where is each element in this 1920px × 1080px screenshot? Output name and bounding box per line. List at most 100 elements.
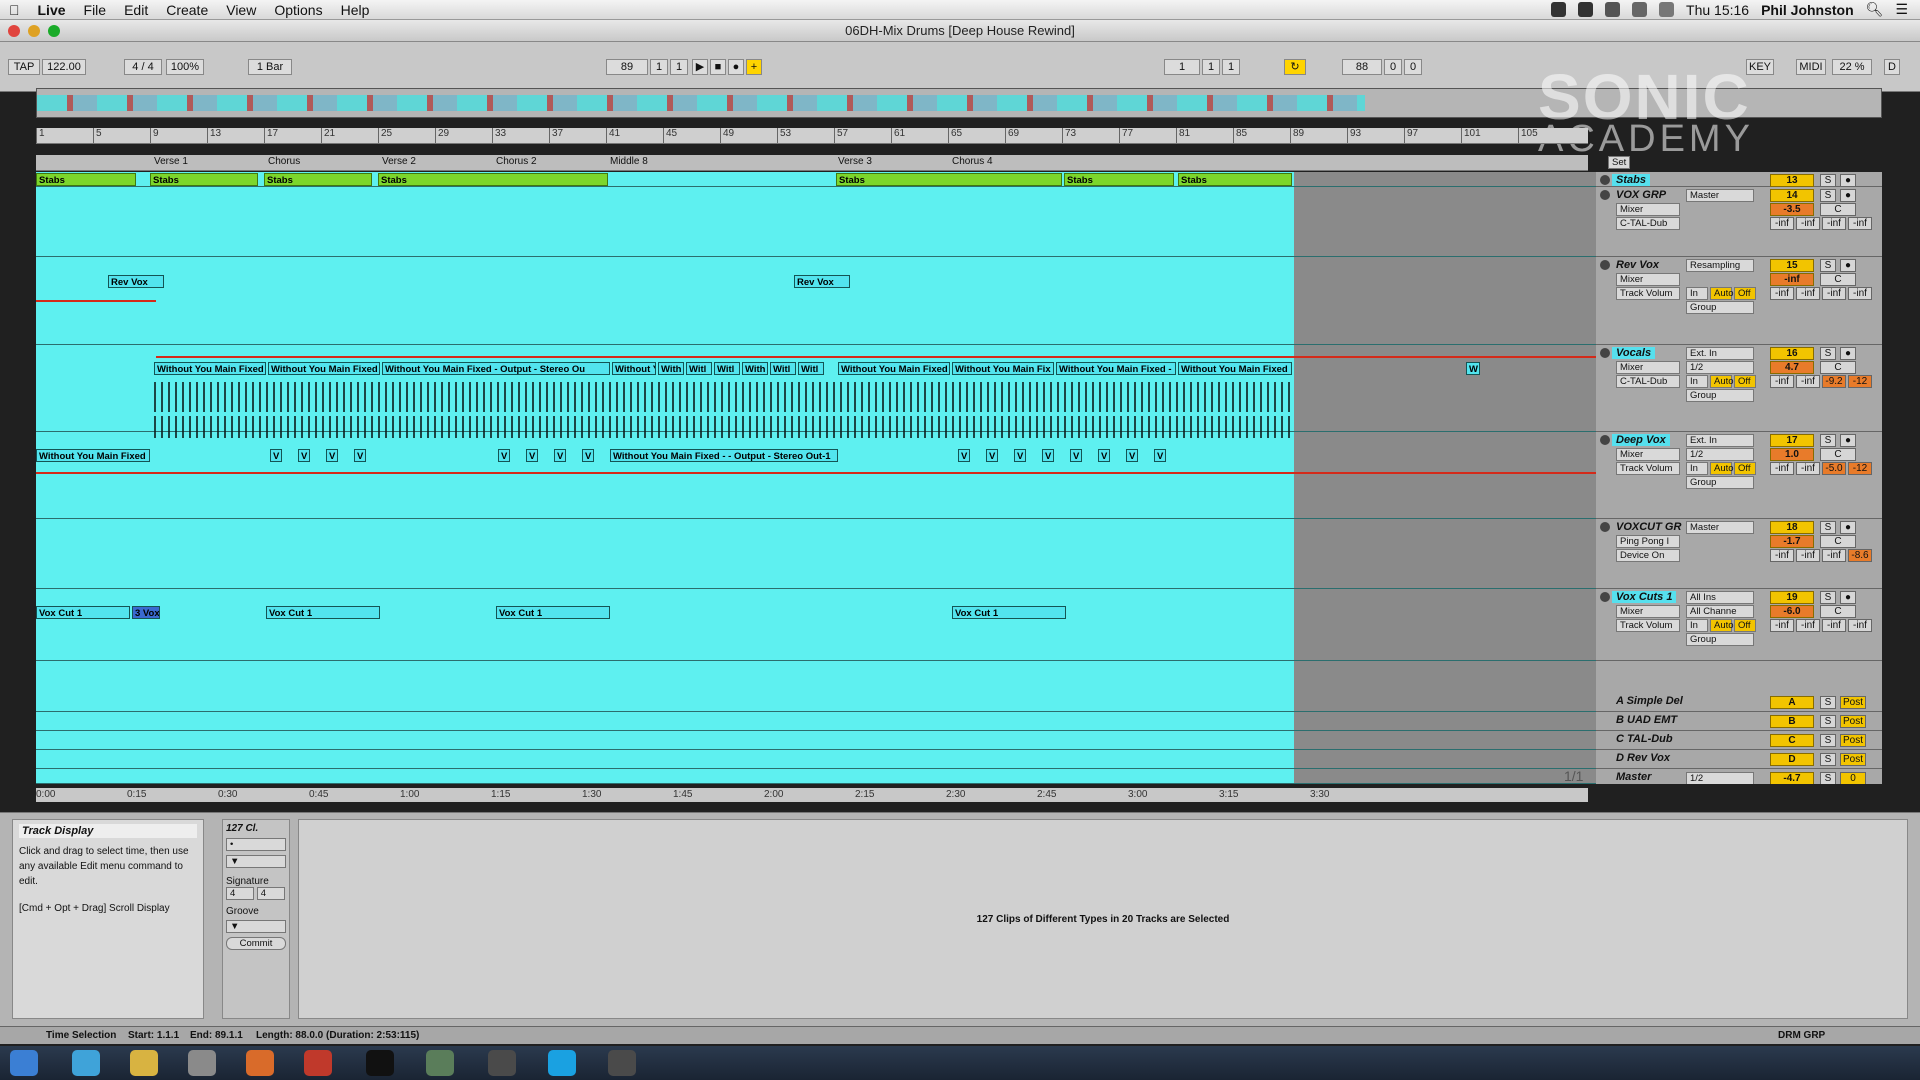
monitor-auto-button[interactable]: Auto xyxy=(1710,287,1734,300)
return-letter[interactable]: B xyxy=(1770,715,1814,728)
send-c-field[interactable]: -inf xyxy=(1822,287,1846,300)
clip-stabs[interactable]: Stabs xyxy=(1178,173,1292,186)
set-button[interactable]: Set xyxy=(1608,156,1631,169)
stop-button[interactable]: ■ xyxy=(710,59,726,75)
monitor-in-button[interactable]: In xyxy=(1686,287,1708,300)
pan-field[interactable]: C xyxy=(1820,203,1856,216)
fold-icon[interactable] xyxy=(1600,592,1610,602)
clip-stabs[interactable]: Stabs xyxy=(836,173,1062,186)
track-number[interactable]: 18 xyxy=(1770,521,1814,534)
routing-select[interactable]: Resampling xyxy=(1686,259,1754,272)
zoom-level[interactable]: 100% xyxy=(166,59,204,75)
menu-file[interactable]: File xyxy=(75,2,116,18)
clip-deep-vox[interactable]: V xyxy=(354,449,366,462)
time-ruler[interactable]: 0:00 0:15 0:30 0:45 1:00 1:15 1:30 1:45 2:00 2:15… xyxy=(36,788,1588,802)
loop-length-sixteenth[interactable]: 0 xyxy=(1404,59,1422,75)
clip-deep-vox[interactable]: V xyxy=(1098,449,1110,462)
channel-select[interactable]: 1/2 xyxy=(1686,361,1754,374)
clip-deep-vox[interactable]: Without You Main Fixed xyxy=(36,449,150,462)
fold-icon[interactable] xyxy=(1600,435,1610,445)
loop-switch[interactable]: ↻ xyxy=(1284,59,1306,75)
menu-edit[interactable]: Edit xyxy=(115,2,157,18)
clip-vocals[interactable]: Witl xyxy=(798,362,824,375)
return-post-button[interactable]: Post xyxy=(1840,696,1866,709)
fold-icon[interactable] xyxy=(1600,348,1610,358)
monitor-in-button[interactable]: In xyxy=(1686,375,1708,388)
solo-button[interactable]: S xyxy=(1820,347,1836,360)
routing-select[interactable]: All Ins xyxy=(1686,591,1754,604)
dock-media-icon[interactable] xyxy=(246,1050,274,1076)
master-output-select[interactable]: 1/2 xyxy=(1686,772,1754,784)
return-letter[interactable]: D xyxy=(1770,753,1814,766)
solo-button[interactable]: S xyxy=(1820,591,1836,604)
group-select[interactable]: Group xyxy=(1686,633,1754,646)
lane-voxcut-grp[interactable] xyxy=(36,519,1596,589)
volume-icon[interactable] xyxy=(1659,2,1675,17)
group-select[interactable]: Group xyxy=(1686,476,1754,489)
track-name[interactable]: Vox Cuts 1 xyxy=(1612,591,1677,603)
clip-vocals[interactable]: Without You Main Fix xyxy=(952,362,1054,375)
clip-vocals[interactable]: Without You Main Fixed - Output - Stereo… xyxy=(382,362,610,375)
automation-line[interactable] xyxy=(36,300,156,302)
volume-field[interactable]: 1.0 xyxy=(1770,448,1814,461)
locator-bar[interactable]: Verse 1 Chorus Verse 2 Chorus 2 Middle 8… xyxy=(36,155,1631,171)
track-number[interactable]: 14 xyxy=(1770,189,1814,202)
lane-return-a[interactable] xyxy=(36,693,1596,712)
menu-create[interactable]: Create xyxy=(157,2,217,18)
signature-denominator[interactable]: 4 xyxy=(256,887,285,900)
user-name[interactable]: Phil Johnston xyxy=(1761,2,1854,18)
send-d-field[interactable]: -12 xyxy=(1848,375,1872,388)
return-track-name[interactable]: D Rev Vox xyxy=(1612,752,1674,764)
clock[interactable]: Thu 15:16 xyxy=(1686,2,1749,18)
overdub-button[interactable]: + xyxy=(746,59,762,75)
arm-button[interactable]: ● xyxy=(1840,189,1856,202)
routing-select[interactable]: Master xyxy=(1686,521,1754,534)
clip-deep-vox[interactable]: V xyxy=(1014,449,1026,462)
tempo-field[interactable]: 122.00 xyxy=(42,59,86,75)
monitor-off-button[interactable]: Off xyxy=(1734,619,1756,632)
lane-return-c[interactable] xyxy=(36,731,1596,750)
clip-rev-vox[interactable]: Rev Vox xyxy=(108,275,164,288)
clip-stabs[interactable]: Stabs xyxy=(36,173,136,186)
locator-verse-2[interactable]: Verse 2 xyxy=(382,156,416,167)
groove-select[interactable]: ▼ xyxy=(226,920,286,933)
arm-button[interactable]: ● xyxy=(1840,591,1856,604)
return-letter[interactable]: A xyxy=(1770,696,1814,709)
quantize-menu[interactable]: 1 Bar xyxy=(248,59,292,75)
pan-field[interactable]: C xyxy=(1820,448,1856,461)
lane-master[interactable] xyxy=(36,769,1596,784)
clip-vocals[interactable]: Without You Main Fixed xyxy=(154,362,266,375)
automation-param-select[interactable]: C-TAL-Dub xyxy=(1616,375,1680,388)
fold-icon[interactable] xyxy=(1600,522,1610,532)
clip-vocals[interactable]: Witl xyxy=(686,362,712,375)
dock-tool-icon[interactable] xyxy=(426,1050,454,1076)
clip-vox-cut[interactable]: Vox Cut 1 xyxy=(36,606,130,619)
zoom-button[interactable] xyxy=(48,25,60,37)
fold-icon[interactable] xyxy=(1600,260,1610,270)
commit-button[interactable]: Commit xyxy=(226,937,286,950)
menu-view[interactable]: View xyxy=(217,2,265,18)
routing-select[interactable]: Master xyxy=(1686,189,1754,202)
volume-field[interactable]: 4.7 xyxy=(1770,361,1814,374)
clip-deep-vox[interactable]: V xyxy=(326,449,338,462)
locator-chorus-2[interactable]: Chorus 2 xyxy=(496,156,537,167)
track-number[interactable]: 19 xyxy=(1770,591,1814,604)
return-letter[interactable]: C xyxy=(1770,734,1814,747)
channel-select[interactable]: All Channe xyxy=(1686,605,1754,618)
send-a-field[interactable]: -inf xyxy=(1770,217,1794,230)
send-d-field[interactable]: -inf xyxy=(1848,217,1872,230)
pan-field[interactable]: C xyxy=(1820,605,1856,618)
automation-device-select[interactable]: Ping Pong I xyxy=(1616,535,1680,548)
track-name[interactable]: Rev Vox xyxy=(1612,259,1663,271)
app-menu[interactable]: Live xyxy=(29,2,75,18)
clip-vox-cut[interactable]: Vox Cut 1 xyxy=(266,606,380,619)
menu-help[interactable]: Help xyxy=(332,2,379,18)
clip-deep-vox[interactable]: V xyxy=(1042,449,1054,462)
send-c-field[interactable]: -5.0 xyxy=(1822,462,1846,475)
send-b-field[interactable]: -inf xyxy=(1796,462,1820,475)
lane-deep-vox[interactable] xyxy=(36,432,1596,519)
wifi-icon[interactable] xyxy=(1605,2,1621,17)
send-c-field[interactable]: -inf xyxy=(1822,217,1846,230)
return-solo-button[interactable]: S xyxy=(1820,753,1836,766)
automation-device-select[interactable]: Mixer xyxy=(1616,361,1680,374)
